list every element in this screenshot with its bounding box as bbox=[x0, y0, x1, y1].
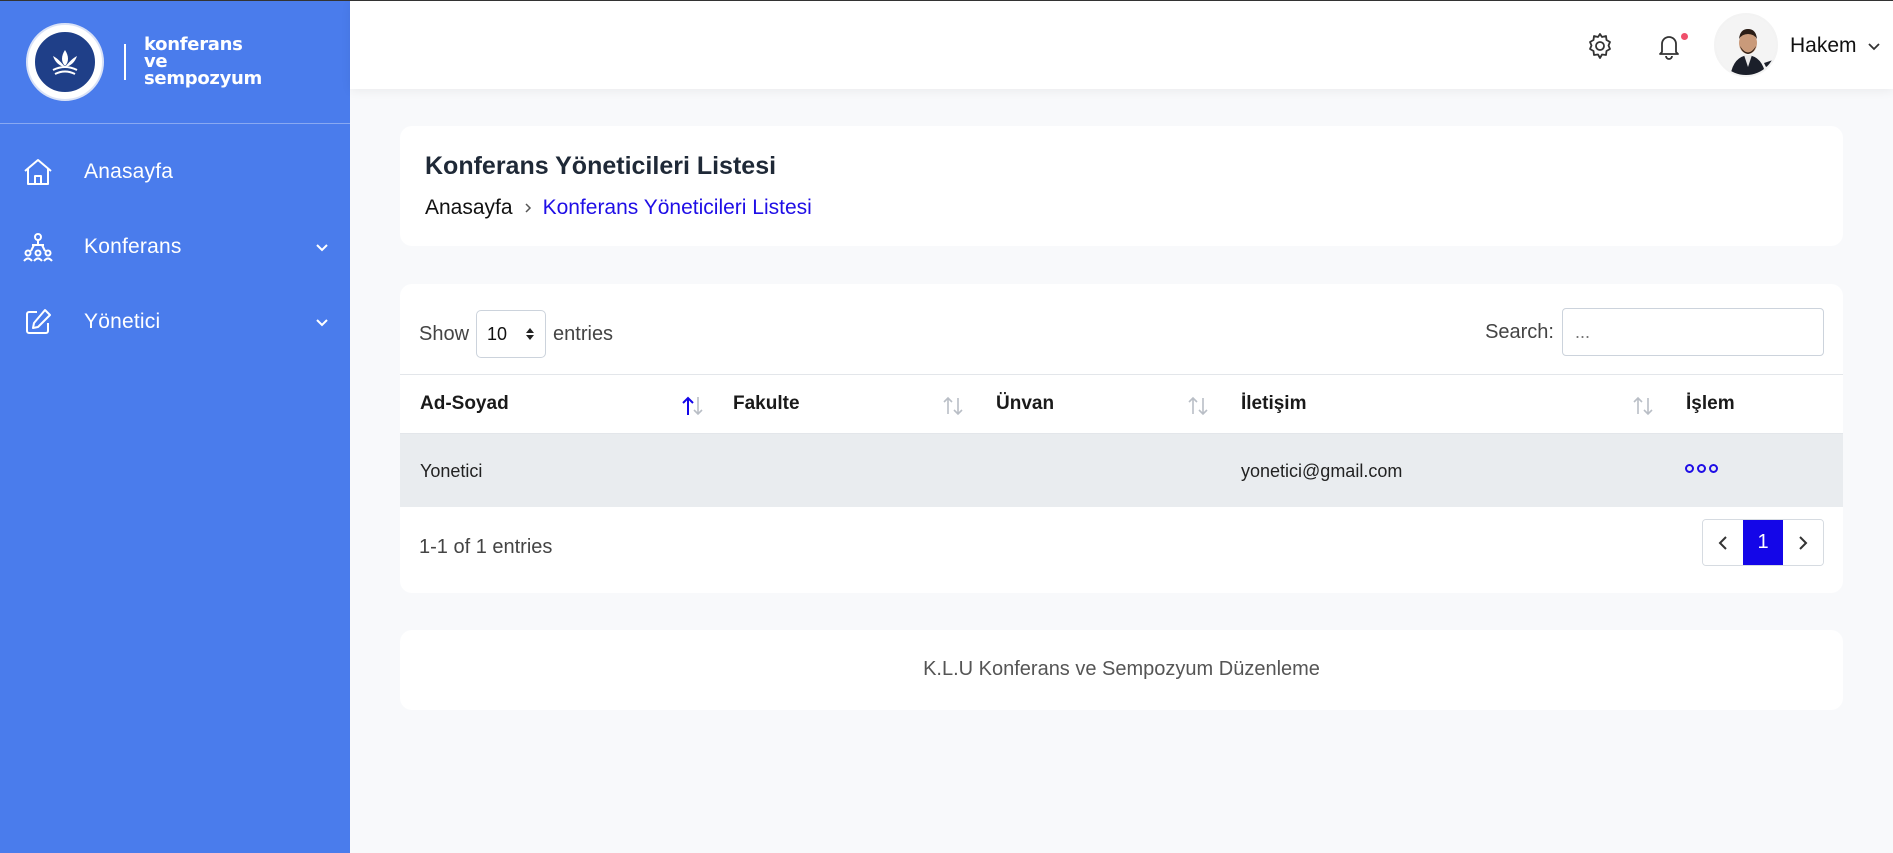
column-header-iletisim[interactable]: İletişim bbox=[1241, 393, 1306, 415]
sort-icon[interactable] bbox=[1184, 395, 1212, 417]
breadcrumb-current: Konferans Yöneticileri Listesi bbox=[542, 196, 812, 219]
page-size-control: Show 10 entries bbox=[419, 310, 613, 358]
lotus-icon bbox=[52, 49, 78, 75]
top-header: Hakem bbox=[350, 1, 1893, 89]
column-header-ad-soyad[interactable]: Ad-Soyad bbox=[420, 393, 509, 415]
university-logo bbox=[26, 22, 104, 101]
avatar[interactable] bbox=[1714, 13, 1778, 77]
chevron-left-icon bbox=[1718, 535, 1727, 550]
brand[interactable]: konferans ve sempozyum bbox=[0, 0, 350, 124]
breadcrumb-home-link[interactable]: Anasayfa bbox=[425, 196, 513, 220]
cell-ad-soyad: Yonetici bbox=[420, 461, 483, 481]
sidebar-item-label: Yönetici bbox=[84, 309, 161, 333]
pagination-page-button[interactable]: 1 bbox=[1743, 520, 1783, 565]
brand-line-3: sempozyum bbox=[144, 68, 263, 89]
sort-icon[interactable] bbox=[939, 395, 967, 417]
search-control: Search: bbox=[1485, 308, 1824, 356]
sort-asc-active-icon[interactable] bbox=[679, 395, 707, 417]
user-name[interactable]: Hakem bbox=[1790, 34, 1857, 58]
edit-icon bbox=[22, 306, 54, 338]
sidebar-item-label: Konferans bbox=[84, 234, 182, 258]
page-size-value: 10 bbox=[487, 323, 508, 344]
chevron-right-icon bbox=[1799, 535, 1808, 550]
select-arrows-icon bbox=[526, 328, 535, 340]
chevron-down-icon bbox=[316, 243, 328, 251]
column-header-islem: İşlem bbox=[1686, 393, 1735, 414]
notification-dot bbox=[1681, 33, 1688, 40]
row-actions-icon[interactable] bbox=[1685, 464, 1718, 473]
page-title: Konferans Yöneticileri Listesi bbox=[425, 152, 777, 180]
table-header: Ad-Soyad Fakulte Ünvan İletişim İşlem bbox=[400, 374, 1843, 434]
sidebar-nav: Anasayfa Konferans Yönetici bbox=[0, 124, 350, 359]
column-header-unvan[interactable]: Ünvan bbox=[996, 393, 1054, 415]
home-icon bbox=[22, 156, 54, 188]
search-label: Search: bbox=[1485, 320, 1554, 343]
cell-iletisim: yonetici@gmail.com bbox=[1241, 461, 1403, 481]
gear-icon[interactable] bbox=[1585, 31, 1615, 61]
people-icon bbox=[22, 231, 54, 263]
chevron-down-icon[interactable] bbox=[1865, 37, 1883, 55]
sidebar-item-anasayfa[interactable]: Anasayfa bbox=[0, 134, 350, 209]
table-row[interactable]: Yonetici yonetici@gmail.com bbox=[400, 434, 1843, 507]
chevron-down-icon bbox=[316, 318, 328, 326]
brand-divider bbox=[124, 43, 126, 80]
chevron-right-icon bbox=[525, 203, 531, 213]
top-border bbox=[0, 0, 1893, 1]
sidebar: konferans ve sempozyum Anasayfa Konferan… bbox=[0, 0, 350, 853]
page-header-card: Konferans Yöneticileri Listesi Anasayfa … bbox=[400, 126, 1843, 246]
footer-text: K.L.U Konferans ve Sempozyum Düzenleme bbox=[923, 658, 1320, 680]
column-header-fakulte[interactable]: Fakulte bbox=[733, 393, 800, 415]
brand-name: konferans ve sempozyum bbox=[144, 36, 263, 89]
sidebar-item-label: Anasayfa bbox=[84, 159, 174, 183]
breadcrumb: Anasayfa Konferans Yöneticileri Listesi bbox=[425, 196, 812, 220]
page-size-select[interactable]: 10 bbox=[476, 310, 547, 358]
footer-card: K.L.U Konferans ve Sempozyum Düzenleme bbox=[400, 630, 1843, 710]
bell-icon[interactable] bbox=[1654, 31, 1684, 61]
table-card: Show 10 entries Search: Ad-Soyad Fakulte… bbox=[400, 284, 1843, 593]
pagination: 1 bbox=[1702, 519, 1824, 566]
search-input[interactable] bbox=[1562, 308, 1824, 356]
show-label: Show bbox=[419, 322, 470, 345]
sidebar-item-konferans[interactable]: Konferans bbox=[0, 209, 350, 284]
sidebar-item-yonetici[interactable]: Yönetici bbox=[0, 284, 350, 359]
pagination-next-button[interactable] bbox=[1783, 520, 1823, 565]
pagination-prev-button[interactable] bbox=[1703, 520, 1743, 565]
sort-icon[interactable] bbox=[1629, 395, 1657, 417]
entries-label: entries bbox=[553, 322, 614, 345]
table-info: 1-1 of 1 entries bbox=[419, 536, 553, 558]
